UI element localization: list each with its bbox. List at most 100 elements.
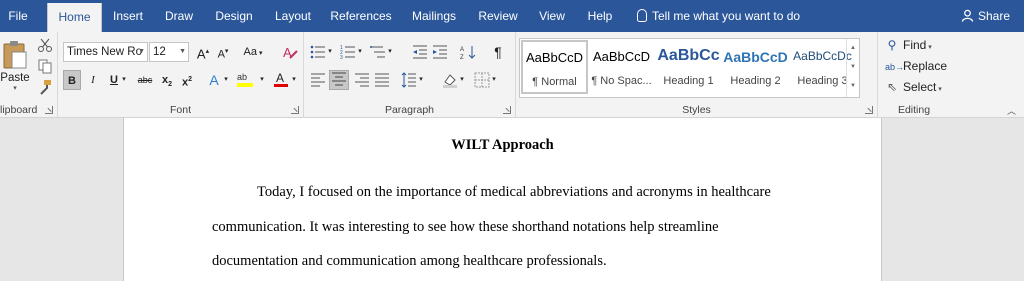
select-label: Select <box>903 80 937 94</box>
svg-text:3: 3 <box>340 55 343 60</box>
style-no-spacing[interactable]: AaBbCcD ¶ No Spac... <box>588 41 655 95</box>
line-spacing-icon[interactable] <box>401 72 417 88</box>
styles-dialog-launcher-icon[interactable] <box>865 106 873 114</box>
editing-group-label: Editing <box>897 104 931 116</box>
chevron-down-icon[interactable]: ▾ <box>490 70 498 90</box>
justify-icon[interactable] <box>374 72 390 88</box>
copy-icon[interactable] <box>37 58 53 74</box>
paragraph-group: ▾ 123 ▾ ▾ AZ ¶ ▾ ▾ ▾ Paragraph <box>304 32 516 118</box>
chevron-down-icon[interactable]: ▾ <box>257 70 267 90</box>
chevron-down-icon[interactable]: ▾ <box>417 70 425 90</box>
style-name: ¶ No Spac... <box>591 75 652 87</box>
style-sample: AaBbCcD <box>525 50 584 65</box>
font-color-icon: A <box>274 71 288 87</box>
change-case-button[interactable]: Aa ▾ <box>241 42 265 62</box>
tab-mailings[interactable]: Mailings <box>404 0 464 32</box>
paragraph-line: communication. It was interesting to see… <box>212 219 719 235</box>
increase-indent-icon[interactable] <box>432 44 448 60</box>
svg-text:Z: Z <box>460 55 464 60</box>
borders-icon[interactable] <box>474 72 490 88</box>
document-title: WILT Approach <box>451 137 554 153</box>
chevron-down-icon: ▾ <box>13 85 17 92</box>
style-normal[interactable]: AaBbCcD ¶ Normal <box>521 40 588 94</box>
format-painter-icon[interactable] <box>37 79 53 95</box>
svg-text:A: A <box>276 71 284 85</box>
collapse-ribbon-icon[interactable]: ︿ <box>1007 104 1016 117</box>
svg-text:A: A <box>460 47 464 53</box>
decrease-indent-icon[interactable] <box>412 44 428 60</box>
tab-insert[interactable]: Insert <box>106 0 150 32</box>
more-styles-icon[interactable]: ▼ <box>847 77 859 96</box>
tab-layout[interactable]: Layout <box>268 0 318 32</box>
font-group-label: Font <box>169 104 191 116</box>
grow-font-button[interactable]: A▴ <box>194 42 212 62</box>
chevron-down-icon[interactable]: ▾ <box>386 42 394 62</box>
clipboard-dialog-launcher-icon[interactable] <box>45 106 53 114</box>
shrink-font-button[interactable]: A▾ <box>214 42 232 62</box>
style-gallery-scroll[interactable]: ▲ ▼ ▼ <box>846 39 859 97</box>
chevron-down-icon[interactable]: ▾ <box>221 70 231 90</box>
tab-file[interactable]: File <box>0 0 36 32</box>
document-page[interactable]: WILT Approach Today, I focused on the im… <box>123 118 882 281</box>
paragraph-dialog-launcher-icon[interactable] <box>503 106 511 114</box>
numbering-icon[interactable]: 123 <box>340 44 356 60</box>
tell-me-text: Tell me what you want to do <box>652 9 801 23</box>
tell-me-search[interactable]: Tell me what you want to do <box>637 0 800 32</box>
tab-home[interactable]: Home <box>47 3 102 32</box>
chevron-down-icon[interactable]: ▾ <box>119 70 129 90</box>
paragraph-line: documentation and communication among he… <box>212 253 607 269</box>
clipboard-group: Paste ▾ lipboard <box>0 32 58 118</box>
subscript-button[interactable]: x2 <box>158 70 176 90</box>
font-size-combobox[interactable]: 12 ▼ <box>149 42 189 62</box>
shading-icon[interactable] <box>442 72 458 88</box>
replace-button[interactable]: ab→Replace <box>885 59 947 73</box>
scroll-down-icon[interactable]: ▼ <box>847 58 859 77</box>
font-dialog-launcher-icon[interactable] <box>291 106 299 114</box>
ribbon-tab-bar: File Home Insert Draw Design Layout Refe… <box>0 0 1024 32</box>
share-button[interactable]: Share <box>961 0 1010 32</box>
bold-button[interactable]: B <box>63 70 81 90</box>
style-name: Heading 2 <box>730 75 781 87</box>
style-sample: AaBbCc <box>657 47 720 64</box>
share-label: Share <box>977 9 1010 23</box>
clear-formatting-icon[interactable]: A <box>282 44 298 60</box>
font-name-combobox[interactable]: Times New Ro ▼ <box>63 42 148 62</box>
chevron-down-icon[interactable]: ▾ <box>458 70 466 90</box>
chevron-down-icon[interactable]: ▾ <box>356 42 364 62</box>
italic-button[interactable]: I <box>84 70 102 90</box>
align-left-icon[interactable] <box>310 72 326 88</box>
font-color-button[interactable]: A <box>271 70 291 90</box>
find-label: Find <box>903 38 927 52</box>
style-name: ¶ Normal <box>532 76 577 88</box>
tab-view[interactable]: View <box>532 0 572 32</box>
tab-design[interactable]: Design <box>208 0 260 32</box>
tab-review[interactable]: Review <box>472 0 524 32</box>
select-button[interactable]: ⇖ Select ▾ <box>885 80 942 94</box>
strikethrough-button[interactable]: abc <box>135 70 155 90</box>
lightbulb-icon <box>637 9 647 22</box>
superscript-button[interactable]: x2 <box>178 70 196 90</box>
style-heading-1[interactable]: AaBbCc Heading 1 <box>655 41 722 95</box>
show-formatting-marks-icon[interactable]: ¶ <box>489 42 507 62</box>
font-group: Times New Ro ▼ 12 ▼ A▴ A▾ Aa ▾ A B I U ▾ a… <box>58 32 304 118</box>
multilevel-list-icon[interactable] <box>370 44 386 60</box>
sort-icon[interactable]: AZ <box>460 44 476 60</box>
chevron-down-icon[interactable]: ▾ <box>326 42 334 62</box>
ribbon: Paste ▾ lipboard Times New Ro ▼ 12 ▼ A▴ A▾… <box>0 32 1024 118</box>
tab-draw[interactable]: Draw <box>158 0 200 32</box>
highlight-color-button[interactable]: ab <box>235 70 257 90</box>
align-center-button[interactable] <box>329 70 349 90</box>
tab-references[interactable]: References <box>326 0 396 32</box>
cut-icon[interactable] <box>37 37 53 53</box>
chevron-down-icon[interactable]: ▾ <box>289 70 299 90</box>
style-heading-2[interactable]: AaBbCcD Heading 2 <box>722 41 789 95</box>
search-icon: ⚲ <box>887 38 897 52</box>
tab-help[interactable]: Help <box>580 0 620 32</box>
bullets-icon[interactable] <box>310 44 326 60</box>
scroll-up-icon[interactable]: ▲ <box>847 39 859 58</box>
paste-button[interactable]: Paste ▾ <box>0 36 30 96</box>
align-right-icon[interactable] <box>354 72 370 88</box>
find-button[interactable]: ⚲ Find ▾ <box>885 38 932 52</box>
clipboard-icon <box>3 41 27 69</box>
cursor-arrow-icon: ⇖ <box>886 80 898 94</box>
